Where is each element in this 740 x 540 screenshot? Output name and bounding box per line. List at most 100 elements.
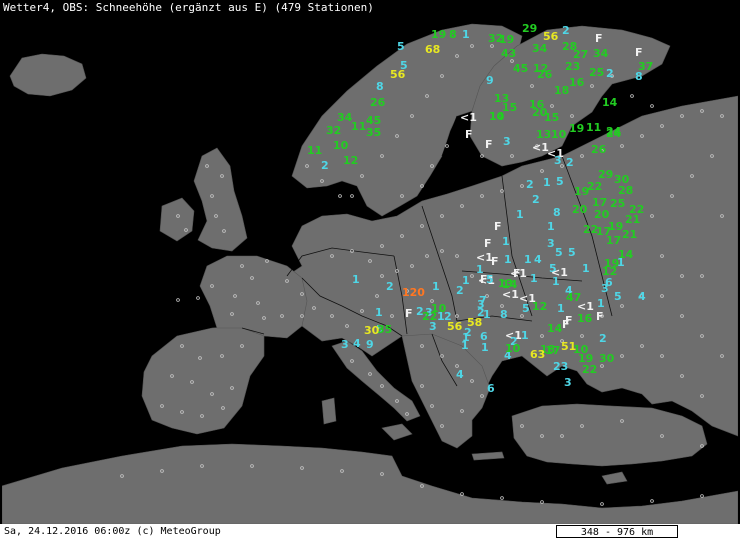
snow-depth-label[interactable]: 1: [375, 306, 383, 319]
snow-depth-label[interactable]: 3: [341, 338, 349, 351]
snow-depth-label[interactable]: 11: [307, 144, 322, 157]
snow-depth-label[interactable]: 45: [513, 62, 528, 75]
snow-depth-label[interactable]: 4: [353, 337, 361, 350]
snow-depth-label[interactable]: 22: [582, 363, 597, 376]
snow-depth-label[interactable]: 18: [554, 84, 569, 97]
snow-depth-label[interactable]: 2: [599, 332, 607, 345]
snow-depth-label[interactable]: 1: [524, 253, 532, 266]
snow-depth-label[interactable]: 28: [618, 184, 633, 197]
snow-depth-label[interactable]: 1: [582, 262, 590, 275]
snow-depth-label[interactable]: 30: [364, 324, 380, 337]
snow-depth-label[interactable]: 29: [522, 22, 537, 35]
snow-depth-label[interactable]: 9: [486, 74, 494, 87]
snow-depth-label[interactable]: 5: [397, 40, 405, 53]
snow-depth-label[interactable]: 68: [425, 43, 440, 56]
snow-depth-label[interactable]: 1: [462, 28, 470, 41]
snow-depth-label[interactable]: 26: [370, 96, 386, 109]
snow-depth-label[interactable]: 2: [526, 178, 534, 191]
snow-depth-label[interactable]: 9: [366, 338, 374, 351]
snow-depth-label[interactable]: 30: [599, 352, 615, 365]
snow-depth-label[interactable]: 10: [489, 110, 505, 123]
snow-depth-label[interactable]: 3: [564, 376, 572, 389]
snow-depth-label[interactable]: 63: [530, 348, 545, 361]
snow-depth-label[interactable]: 22: [587, 180, 602, 193]
snow-depth-label[interactable]: 56: [447, 320, 463, 333]
snow-depth-label[interactable]: 19: [569, 122, 584, 135]
snow-depth-label[interactable]: F: [596, 310, 604, 323]
snow-depth-label[interactable]: F: [484, 237, 492, 250]
snow-depth-label[interactable]: 17: [606, 234, 621, 247]
snow-depth-label[interactable]: 24: [606, 125, 622, 138]
snow-depth-label[interactable]: 1: [530, 272, 538, 285]
snow-depth-label[interactable]: 12: [343, 154, 358, 167]
snow-depth-label[interactable]: 11: [586, 121, 601, 134]
snow-depth-label[interactable]: 2: [386, 280, 394, 293]
snow-depth-label[interactable]: 15: [544, 111, 559, 124]
snow-depth-label[interactable]: 4: [534, 253, 542, 266]
snow-depth-label[interactable]: 32: [326, 124, 341, 137]
snow-depth-label[interactable]: 3: [601, 282, 609, 295]
snow-depth-label[interactable]: 5: [614, 290, 622, 303]
snow-depth-label[interactable]: 34: [593, 47, 609, 60]
snow-depth-label[interactable]: 20: [572, 203, 588, 216]
snow-depth-label[interactable]: 14: [602, 96, 618, 109]
snow-depth-label[interactable]: 26: [537, 68, 553, 81]
snow-depth-label[interactable]: 4: [638, 290, 646, 303]
snow-depth-label[interactable]: 13: [536, 128, 551, 141]
snow-depth-label[interactable]: 2: [321, 159, 329, 172]
snow-depth-label[interactable]: 1: [557, 302, 565, 315]
snow-depth-label[interactable]: 120: [402, 286, 425, 299]
snow-depth-label[interactable]: 2: [606, 67, 614, 80]
snow-depth-label[interactable]: 8: [449, 28, 457, 41]
snow-depth-label[interactable]: 22: [422, 310, 437, 323]
snow-depth-label[interactable]: 43: [501, 47, 516, 60]
snow-depth-label[interactable]: 21: [622, 228, 637, 241]
snow-depth-label[interactable]: F: [491, 255, 499, 268]
snow-depth-label[interactable]: 2: [566, 156, 574, 169]
snow-depth-label[interactable]: 1: [552, 275, 560, 288]
snow-depth-label[interactable]: 3: [554, 154, 562, 167]
snow-depth-label[interactable]: 11: [351, 120, 366, 133]
snow-depth-label[interactable]: 1: [516, 208, 524, 221]
snow-depth-label[interactable]: 12: [532, 300, 547, 313]
snow-depth-label[interactable]: 19: [499, 33, 514, 46]
snow-depth-label[interactable]: 25: [610, 197, 625, 210]
snow-depth-label[interactable]: 23: [553, 360, 568, 373]
snow-depth-label[interactable]: 56: [390, 68, 406, 81]
snow-depth-label[interactable]: 2: [562, 24, 570, 37]
snow-depth-map[interactable]: 19 8 15 68556826321929 256 F283443 34 27 F371245…: [2, 16, 738, 524]
snow-depth-label[interactable]: 8: [376, 80, 384, 93]
snow-depth-label[interactable]: 3: [503, 135, 511, 148]
snow-depth-label[interactable]: 35: [366, 126, 381, 139]
snow-depth-label[interactable]: 10: [505, 342, 521, 355]
snow-depth-label[interactable]: F: [635, 46, 643, 59]
snow-depth-label[interactable]: F: [465, 128, 473, 141]
snow-depth-label[interactable]: 8: [553, 206, 561, 219]
snow-depth-label[interactable]: 10: [551, 128, 567, 141]
snow-depth-label[interactable]: <1: [460, 111, 477, 124]
snow-depth-label[interactable]: 21: [625, 213, 640, 226]
snow-depth-label[interactable]: F: [494, 220, 502, 233]
snow-depth-label[interactable]: 1: [543, 176, 551, 189]
snow-depth-label[interactable]: 3: [547, 237, 555, 250]
snow-depth-label[interactable]: 1: [432, 280, 440, 293]
snow-depth-label[interactable]: 4: [456, 368, 464, 381]
snow-depth-label[interactable]: 1: [617, 256, 625, 269]
snow-depth-label[interactable]: 5: [555, 246, 563, 259]
snow-depth-label[interactable]: 1: [521, 329, 529, 342]
snow-depth-label[interactable]: <1: [502, 288, 519, 301]
snow-depth-label[interactable]: 5: [522, 302, 530, 315]
snow-depth-label[interactable]: 10: [333, 139, 349, 152]
snow-depth-label[interactable]: 1: [504, 253, 512, 266]
snow-depth-label[interactable]: 19: [431, 28, 446, 41]
snow-depth-label[interactable]: 8: [635, 70, 643, 83]
snow-depth-label[interactable]: 1: [547, 220, 555, 233]
snow-depth-label[interactable]: F: [485, 138, 493, 151]
snow-depth-label[interactable]: 1: [462, 331, 470, 344]
snow-depth-label[interactable]: 16: [569, 76, 585, 89]
snow-depth-label[interactable]: 2: [456, 284, 464, 297]
snow-depth-label[interactable]: 14: [547, 322, 563, 335]
snow-depth-label[interactable]: 2: [532, 193, 540, 206]
snow-depth-label[interactable]: 5: [556, 175, 564, 188]
snow-depth-label[interactable]: 1: [481, 341, 489, 354]
